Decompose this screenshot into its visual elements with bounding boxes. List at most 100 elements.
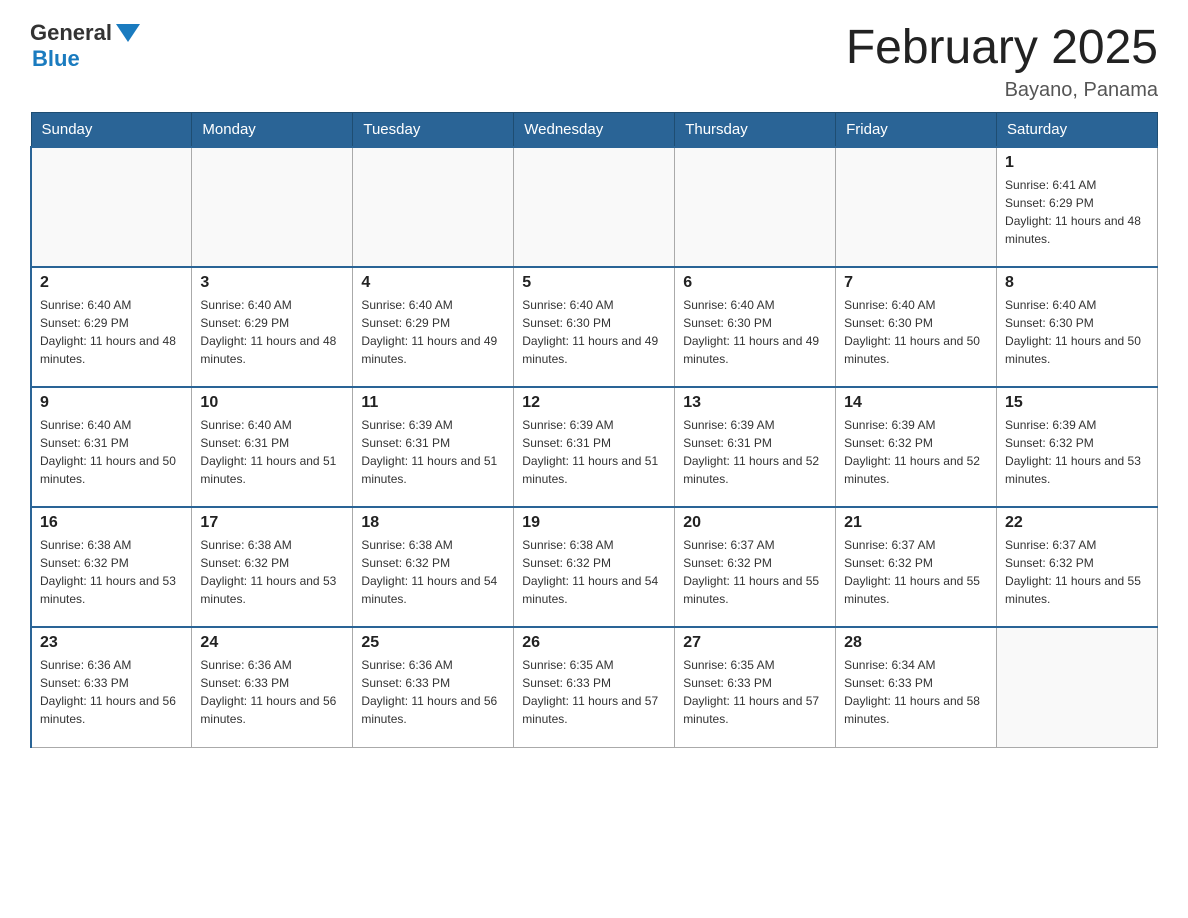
- title-section: February 2025 Bayano, Panama: [846, 20, 1158, 102]
- day-info: Sunrise: 6:40 AMSunset: 6:30 PMDaylight:…: [683, 296, 827, 368]
- day-info: Sunrise: 6:39 AMSunset: 6:31 PMDaylight:…: [522, 416, 666, 488]
- calendar-cell: 8 Sunrise: 6:40 AMSunset: 6:30 PMDaylight…: [997, 267, 1158, 387]
- day-number: 12: [522, 394, 666, 412]
- day-info: Sunrise: 6:36 AMSunset: 6:33 PMDaylight:…: [200, 656, 344, 728]
- calendar-week-row: 2Sunrise: 6:40 AMSunset: 6:29 PMDaylight…: [31, 267, 1158, 387]
- calendar-cell: 15 Sunrise: 6:39 AMSunset: 6:32 PMDayligh…: [997, 387, 1158, 507]
- day-info: Sunrise: 6:39 AMSunset: 6:31 PMDaylight:…: [361, 416, 505, 488]
- calendar-cell: 4Sunrise: 6:40 AMSunset: 6:29 PMDaylight…: [353, 267, 514, 387]
- calendar-cell: 24Sunrise: 6:36 AMSunset: 6:33 PMDayligh…: [192, 627, 353, 747]
- day-number: 21: [844, 514, 988, 532]
- calendar-week-row: 1 Sunrise: 6:41 AMSunset: 6:29 PMDaylight…: [31, 147, 1158, 267]
- day-info: Sunrise: 6:41 AMSunset: 6:29 PMDaylight:…: [1005, 176, 1149, 248]
- day-number: 15: [1005, 394, 1149, 412]
- day-info: Sunrise: 6:36 AMSunset: 6:33 PMDaylight:…: [40, 656, 183, 728]
- calendar-cell: 5Sunrise: 6:40 AMSunset: 6:30 PMDaylight…: [514, 267, 675, 387]
- logo: General Blue: [30, 20, 140, 72]
- day-number: 20: [683, 514, 827, 532]
- day-number: 27: [683, 634, 827, 652]
- day-info: Sunrise: 6:36 AMSunset: 6:33 PMDaylight:…: [361, 656, 505, 728]
- day-of-week-header: Thursday: [675, 113, 836, 148]
- calendar-cell: 13 Sunrise: 6:39 AMSunset: 6:31 PMDayligh…: [675, 387, 836, 507]
- calendar-cell: 18 Sunrise: 6:38 AMSunset: 6:32 PMDayligh…: [353, 507, 514, 627]
- calendar-cell: 21Sunrise: 6:37 AMSunset: 6:32 PMDayligh…: [836, 507, 997, 627]
- day-number: 13: [683, 394, 827, 412]
- calendar-title: February 2025: [846, 20, 1158, 75]
- calendar-cell: [514, 147, 675, 267]
- day-info: Sunrise: 6:40 AMSunset: 6:31 PMDaylight:…: [40, 416, 183, 488]
- day-number: 16: [40, 514, 183, 532]
- calendar-cell: [31, 147, 192, 267]
- calendar-cell: [675, 147, 836, 267]
- day-of-week-header: Tuesday: [353, 113, 514, 148]
- day-info: Sunrise: 6:39 AMSunset: 6:31 PMDaylight:…: [683, 416, 827, 488]
- day-number: 14: [844, 394, 988, 412]
- day-of-week-header: Saturday: [997, 113, 1158, 148]
- page-header: General Blue February 2025 Bayano, Panam…: [30, 20, 1158, 102]
- day-info: Sunrise: 6:38 AMSunset: 6:32 PMDaylight:…: [522, 536, 666, 608]
- day-info: Sunrise: 6:39 AMSunset: 6:32 PMDaylight:…: [844, 416, 988, 488]
- day-number: 4: [361, 274, 505, 292]
- logo-blue-text: Blue: [32, 46, 80, 72]
- calendar-cell: 16Sunrise: 6:38 AMSunset: 6:32 PMDayligh…: [31, 507, 192, 627]
- day-number: 17: [200, 514, 344, 532]
- day-info: Sunrise: 6:40 AMSunset: 6:30 PMDaylight:…: [1005, 296, 1149, 368]
- day-info: Sunrise: 6:40 AMSunset: 6:30 PMDaylight:…: [844, 296, 988, 368]
- day-info: Sunrise: 6:37 AMSunset: 6:32 PMDaylight:…: [683, 536, 827, 608]
- calendar-cell: 2Sunrise: 6:40 AMSunset: 6:29 PMDaylight…: [31, 267, 192, 387]
- day-number: 22: [1005, 514, 1149, 532]
- calendar-cell: 27 Sunrise: 6:35 AMSunset: 6:33 PMDayligh…: [675, 627, 836, 747]
- day-number: 19: [522, 514, 666, 532]
- calendar-header-row: SundayMondayTuesdayWednesdayThursdayFrid…: [31, 113, 1158, 148]
- calendar-cell: [353, 147, 514, 267]
- calendar-table: SundayMondayTuesdayWednesdayThursdayFrid…: [30, 112, 1158, 748]
- calendar-cell: 17Sunrise: 6:38 AMSunset: 6:32 PMDayligh…: [192, 507, 353, 627]
- calendar-cell: [192, 147, 353, 267]
- calendar-cell: 14 Sunrise: 6:39 AMSunset: 6:32 PMDayligh…: [836, 387, 997, 507]
- day-number: 1: [1005, 154, 1149, 172]
- calendar-cell: 12 Sunrise: 6:39 AMSunset: 6:31 PMDayligh…: [514, 387, 675, 507]
- day-number: 6: [683, 274, 827, 292]
- calendar-cell: 6 Sunrise: 6:40 AMSunset: 6:30 PMDaylight…: [675, 267, 836, 387]
- day-of-week-header: Wednesday: [514, 113, 675, 148]
- calendar-week-row: 9Sunrise: 6:40 AMSunset: 6:31 PMDaylight…: [31, 387, 1158, 507]
- calendar-cell: 1 Sunrise: 6:41 AMSunset: 6:29 PMDaylight…: [997, 147, 1158, 267]
- day-number: 11: [361, 394, 505, 412]
- day-of-week-header: Sunday: [31, 113, 192, 148]
- day-number: 25: [361, 634, 505, 652]
- day-info: Sunrise: 6:34 AMSunset: 6:33 PMDaylight:…: [844, 656, 988, 728]
- calendar-cell: 7 Sunrise: 6:40 AMSunset: 6:30 PMDaylight…: [836, 267, 997, 387]
- day-number: 28: [844, 634, 988, 652]
- day-number: 8: [1005, 274, 1149, 292]
- day-number: 23: [40, 634, 183, 652]
- calendar-week-row: 23 Sunrise: 6:36 AMSunset: 6:33 PMDayligh…: [31, 627, 1158, 747]
- calendar-week-row: 16 Sunrise: 6:38 AMSunset: 6:32 PMDayligh…: [31, 507, 1158, 627]
- calendar-cell: 22 Sunrise: 6:37 AMSunset: 6:32 PMDayligh…: [997, 507, 1158, 627]
- logo-general-text: General: [30, 20, 112, 46]
- day-of-week-header: Monday: [192, 113, 353, 148]
- day-number: 3: [200, 274, 344, 292]
- day-info: Sunrise: 6:35 AMSunset: 6:33 PMDaylight:…: [522, 656, 666, 728]
- day-info: Sunrise: 6:39 AMSunset: 6:32 PMDaylight:…: [1005, 416, 1149, 488]
- calendar-location: Bayano, Panama: [846, 79, 1158, 102]
- day-number: 7: [844, 274, 988, 292]
- calendar-cell: 26 Sunrise: 6:35 AMSunset: 6:33 PMDayligh…: [514, 627, 675, 747]
- logo-triangle-icon: [116, 24, 140, 42]
- day-info: Sunrise: 6:35 AMSunset: 6:33 PMDaylight:…: [683, 656, 827, 728]
- day-number: 26: [522, 634, 666, 652]
- calendar-cell: 11 Sunrise: 6:39 AMSunset: 6:31 PMDayligh…: [353, 387, 514, 507]
- day-of-week-header: Friday: [836, 113, 997, 148]
- calendar-cell: 9Sunrise: 6:40 AMSunset: 6:31 PMDaylight…: [31, 387, 192, 507]
- day-info: Sunrise: 6:38 AMSunset: 6:32 PMDaylight:…: [361, 536, 505, 608]
- day-info: Sunrise: 6:40 AMSunset: 6:31 PMDaylight:…: [200, 416, 344, 488]
- calendar-cell: 25 Sunrise: 6:36 AMSunset: 6:33 PMDayligh…: [353, 627, 514, 747]
- day-number: 18: [361, 514, 505, 532]
- day-info: Sunrise: 6:40 AMSunset: 6:29 PMDaylight:…: [40, 296, 183, 368]
- calendar-cell: 28 Sunrise: 6:34 AMSunset: 6:33 PMDayligh…: [836, 627, 997, 747]
- calendar-cell: 19 Sunrise: 6:38 AMSunset: 6:32 PMDayligh…: [514, 507, 675, 627]
- calendar-cell: [997, 627, 1158, 747]
- calendar-cell: 10Sunrise: 6:40 AMSunset: 6:31 PMDayligh…: [192, 387, 353, 507]
- day-info: Sunrise: 6:37 AMSunset: 6:32 PMDaylight:…: [1005, 536, 1149, 608]
- calendar-cell: [836, 147, 997, 267]
- calendar-cell: 3Sunrise: 6:40 AMSunset: 6:29 PMDaylight…: [192, 267, 353, 387]
